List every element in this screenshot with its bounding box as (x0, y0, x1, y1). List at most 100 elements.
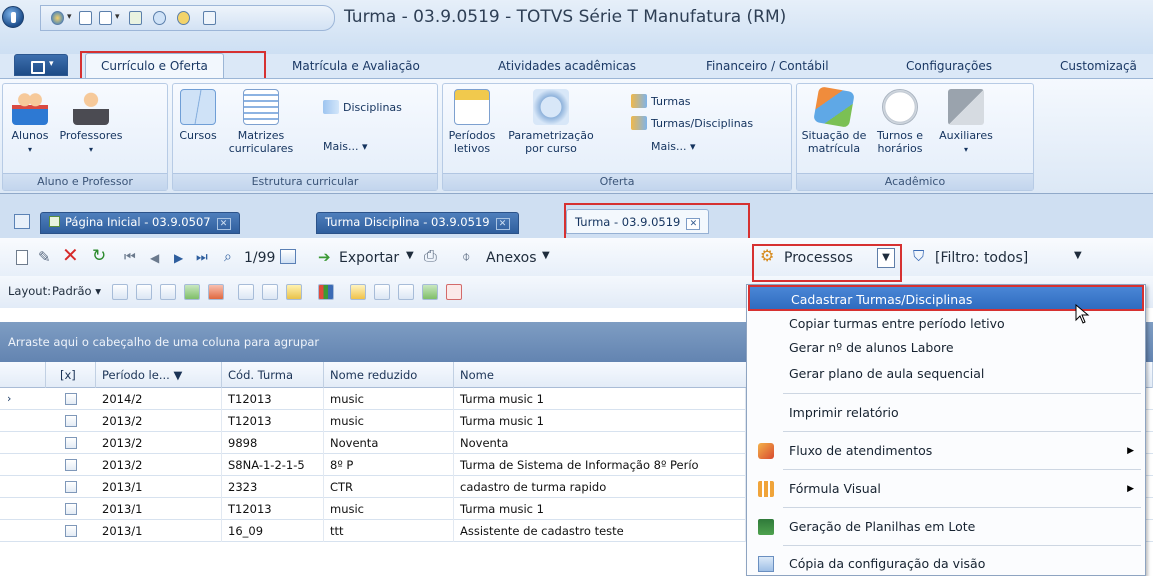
layout-tool-icon[interactable] (374, 284, 390, 300)
layout-tool-icon[interactable] (184, 284, 200, 300)
calendar-view-icon[interactable] (280, 249, 296, 264)
chevron-down-icon[interactable]: ▼ (1074, 250, 1082, 261)
row-checkbox[interactable] (65, 481, 77, 493)
delete-icon[interactable]: ✕ (62, 245, 79, 265)
row-checkbox[interactable] (65, 437, 77, 449)
layout-tool-icon[interactable] (160, 284, 176, 300)
column-header-nome-reduzido[interactable]: Nome reduzido (324, 362, 454, 388)
group-oferta: Períodos letivos Parametrização por curso … (442, 83, 792, 191)
layout-tool-icon[interactable] (262, 284, 278, 300)
doc-tab-turma-disciplina[interactable]: Turma Disciplina - 03.9.0519 ✕ (316, 212, 519, 234)
first-record-icon[interactable]: ⏮ (124, 250, 136, 266)
layout-tool-icon[interactable] (208, 284, 224, 300)
layout-tool-icon[interactable] (136, 284, 152, 300)
window-icon[interactable] (99, 11, 112, 25)
layout-tool-icon[interactable] (350, 284, 366, 300)
row-checkbox[interactable] (65, 503, 77, 515)
exportar-button[interactable]: Exportar (339, 250, 399, 266)
menu-item-formula-visual[interactable]: Fórmula Visual ▶ (748, 476, 1144, 502)
menu-item-copia-configuracao[interactable]: Cópia da configuração da visão (748, 551, 1144, 576)
processos-button[interactable]: Processos (784, 250, 853, 266)
window-icon[interactable] (79, 11, 92, 25)
close-icon[interactable]: ✕ (216, 218, 231, 230)
last-record-icon[interactable]: ⏭ (196, 250, 208, 266)
menu-item-gerar-alunos-labore[interactable]: Gerar nº de alunos Labore (748, 335, 1144, 361)
chevron-down-icon[interactable]: ▾ (115, 12, 120, 22)
groups-icon (631, 94, 647, 108)
previous-record-icon[interactable]: ◀ (150, 250, 159, 266)
disciplinas-button[interactable]: Disciplinas (323, 100, 402, 114)
close-icon[interactable]: ✕ (686, 218, 701, 230)
tools-icon[interactable] (153, 11, 166, 25)
help-icon[interactable] (177, 11, 190, 25)
cell-nome-reduzido: CTR (324, 476, 454, 498)
processos-dropdown-button[interactable]: ▼ (877, 248, 895, 268)
layout-tool-icon[interactable] (112, 284, 128, 300)
print-icon[interactable]: ⎙ (424, 248, 437, 264)
menu-item-geracao-planilhas[interactable]: Geração de Planilhas em Lote (748, 514, 1144, 540)
chevron-down-icon[interactable]: ▼ (542, 250, 550, 261)
anexos-button[interactable]: Anexos (486, 250, 537, 266)
menu-item-gerar-plano-aula[interactable]: Gerar plano de aula sequencial (748, 361, 1144, 387)
cell-cod-turma: 2323 (222, 476, 324, 498)
parametrizacao-button[interactable]: Parametrização por curso (503, 86, 599, 155)
processos-menu: Cadastrar Turmas/Disciplinas Copiar turm… (746, 284, 1146, 576)
chevron-down-icon[interactable]: ▼ (406, 250, 414, 261)
find-icon[interactable]: ⌕ (224, 249, 232, 265)
column-header-cod-turma[interactable]: Cód. Turma (222, 362, 324, 388)
turmas-disciplinas-button[interactable]: Turmas/Disciplinas (631, 116, 753, 130)
row-checkbox[interactable] (65, 393, 77, 405)
play-icon[interactable] (129, 11, 142, 25)
layout-tool-icon[interactable] (422, 284, 438, 300)
column-header-select[interactable]: [x] (46, 362, 96, 388)
menu-item-imprimir-relatorio[interactable]: Imprimir relatório (748, 400, 1144, 426)
cell-nome: Turma de Sistema de Informação 8º Perío (454, 454, 746, 476)
cell-nome: cadastro de turma rapido (454, 476, 746, 498)
matrizes-curriculares-button[interactable]: Matrizes curriculares (225, 86, 297, 155)
text-format-icon[interactable] (446, 284, 462, 300)
menu-item-fluxo-atendimentos[interactable]: Fluxo de atendimentos ▶ (748, 438, 1144, 464)
app-orb-icon[interactable] (2, 6, 24, 28)
doc-tab-turma[interactable]: Turma - 03.9.0519 ✕ (566, 209, 710, 234)
estrutura-mais-button[interactable]: Mais... ▾ (323, 140, 368, 153)
tab-curriculo-e-oferta[interactable]: Currículo e Oferta (85, 53, 224, 78)
submenu-arrow-icon: ▶ (1127, 446, 1134, 456)
chevron-down-icon[interactable]: ▾ (67, 12, 72, 22)
row-checkbox[interactable] (65, 415, 77, 427)
tab-financeiro-contabil[interactable]: Financeiro / Contábil (706, 59, 829, 73)
documents-icon[interactable] (203, 11, 216, 25)
tab-matricula-e-avaliacao[interactable]: Matrícula e Avaliação (292, 59, 420, 73)
alunos-button[interactable]: Alunos ▾ (3, 86, 57, 156)
situacao-matricula-button[interactable]: Situação de matrícula (801, 86, 867, 155)
oferta-mais-button[interactable]: Mais... ▾ (651, 140, 696, 153)
next-record-icon[interactable]: ▶ (174, 250, 183, 266)
tab-list-icon[interactable] (14, 214, 30, 229)
row-checkbox[interactable] (65, 525, 77, 537)
tab-configuracoes[interactable]: Configurações (906, 59, 992, 73)
globe-icon[interactable] (51, 11, 64, 25)
layout-tool-icon[interactable] (238, 284, 254, 300)
edit-record-icon[interactable]: ✎ (38, 249, 51, 265)
filtro-button[interactable]: [Filtro: todos] (935, 250, 1028, 266)
close-icon[interactable]: ✕ (495, 218, 510, 230)
doc-tab-pagina-inicial[interactable]: Página Inicial - 03.9.0507 ✕ (40, 212, 240, 234)
layout-tool-icon[interactable] (398, 284, 414, 300)
row-indicator-header (0, 362, 46, 388)
row-checkbox[interactable] (65, 459, 77, 471)
tab-customizacao[interactable]: Customizaçã (1060, 59, 1137, 73)
chart-icon[interactable] (318, 284, 334, 300)
cursos-button[interactable]: Cursos (175, 86, 221, 142)
layout-preset-select[interactable]: Padrão ▾ (52, 284, 101, 298)
application-menu-button[interactable] (14, 54, 68, 76)
tab-atividades-academicas[interactable]: Atividades acadêmicas (498, 59, 636, 73)
spreadsheet-icon (758, 519, 774, 535)
new-record-icon[interactable] (16, 250, 28, 265)
turmas-button[interactable]: Turmas (631, 94, 691, 108)
professores-button[interactable]: Professores ▾ (57, 86, 125, 156)
turnos-horarios-button[interactable]: Turnos e horários (869, 86, 931, 155)
column-header-periodo[interactable]: Período le... ▼ (96, 362, 222, 388)
periodos-letivos-button[interactable]: Períodos letivos (443, 86, 501, 155)
auxiliares-button[interactable]: Auxiliares ▾ (935, 86, 997, 156)
refresh-icon[interactable]: ↻ (92, 248, 106, 265)
layout-tool-icon[interactable] (286, 284, 302, 300)
